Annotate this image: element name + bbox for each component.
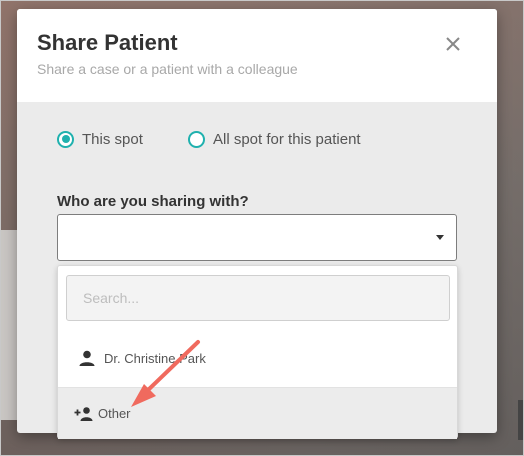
radio-label-this-spot: This spot bbox=[82, 130, 143, 148]
recipient-option-christine-park[interactable]: Dr. Christine Park bbox=[58, 336, 457, 380]
recipient-option-other[interactable]: Other bbox=[58, 387, 457, 439]
option-label: Other bbox=[98, 406, 131, 421]
caret-down-icon bbox=[436, 235, 444, 240]
close-icon bbox=[446, 37, 460, 51]
radio-button-unchecked[interactable] bbox=[188, 130, 205, 148]
recipient-dropdown: Dr. Christine Park Other bbox=[57, 265, 458, 439]
modal-subtitle: Share a case or a patient with a colleag… bbox=[37, 61, 298, 77]
radio-this-spot[interactable]: This spot bbox=[57, 129, 143, 149]
option-label: Dr. Christine Park bbox=[104, 350, 206, 366]
share-patient-modal: Share Patient Share a case or a patient … bbox=[17, 9, 497, 439]
radio-all-spot[interactable]: All spot for this patient bbox=[188, 129, 361, 149]
modal-title: Share Patient bbox=[37, 30, 178, 55]
person-icon bbox=[79, 350, 95, 366]
modal-header: Share Patient Share a case or a patient … bbox=[17, 9, 497, 102]
person-add-icon bbox=[74, 406, 93, 421]
radio-label-all-spot: All spot for this patient bbox=[213, 130, 361, 148]
background-panel bbox=[0, 230, 18, 420]
close-button[interactable] bbox=[440, 31, 466, 57]
recipient-select[interactable] bbox=[57, 214, 457, 261]
recipient-search-input[interactable] bbox=[66, 275, 450, 321]
radio-button-checked[interactable] bbox=[57, 130, 74, 148]
background-panel-edge bbox=[518, 400, 524, 440]
share-recipient-label: Who are you sharing with? bbox=[57, 193, 249, 210]
